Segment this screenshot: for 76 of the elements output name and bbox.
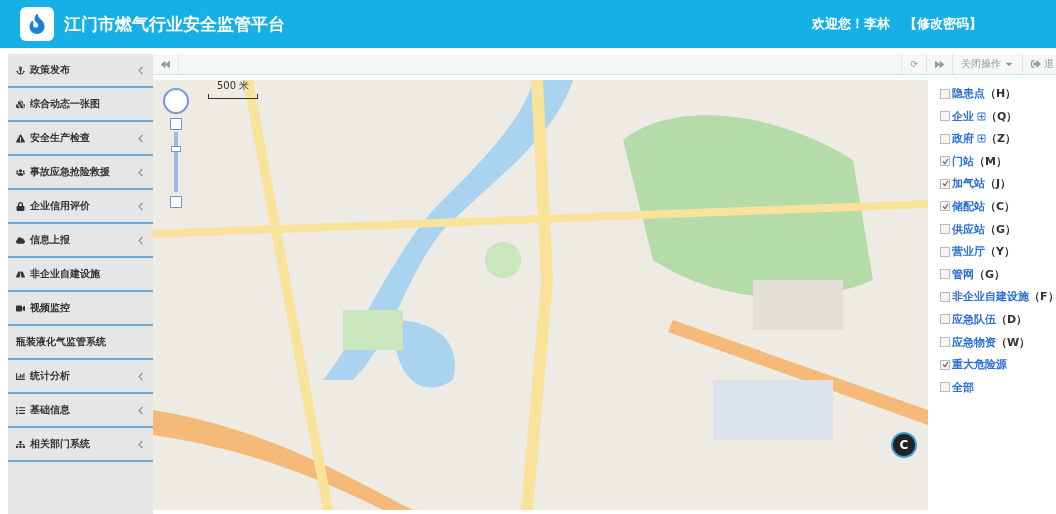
- checkbox[interactable]: [940, 269, 950, 280]
- chevron-icon: [136, 133, 145, 143]
- legend-label[interactable]: 全部: [952, 379, 974, 395]
- legend-key: （J）: [985, 176, 1012, 192]
- checkbox[interactable]: [940, 178, 950, 189]
- expand-icon[interactable]: [977, 134, 986, 144]
- legend-key: （F）: [1029, 289, 1056, 305]
- checkbox[interactable]: [940, 224, 950, 235]
- checkbox[interactable]: [940, 88, 950, 99]
- close-operations-button[interactable]: 关闭操作: [952, 54, 1022, 74]
- chevron-icon: [136, 235, 145, 245]
- chevron-icon: [136, 201, 145, 211]
- zoom-in-icon[interactable]: [170, 118, 182, 130]
- slider-thumb[interactable]: [171, 146, 181, 152]
- checkbox[interactable]: [940, 133, 950, 144]
- legend-key: （M）: [974, 153, 1007, 169]
- legend-key: （W）: [996, 334, 1031, 350]
- expand-icon[interactable]: [977, 111, 986, 121]
- legend-label[interactable]: 营业厅: [952, 244, 985, 260]
- lock-icon: [16, 201, 25, 211]
- sitemap-icon: [16, 439, 25, 449]
- people-icon: [16, 167, 25, 177]
- legend-label[interactable]: 应急队伍: [952, 311, 996, 327]
- checkbox[interactable]: [940, 382, 950, 393]
- checkbox[interactable]: [940, 111, 950, 122]
- fast-forward-icon: [935, 59, 944, 69]
- bar-chart-icon: [16, 371, 25, 381]
- legend-label[interactable]: 非企业自建设施: [952, 289, 1029, 305]
- checkbox[interactable]: [940, 337, 950, 348]
- legend-label[interactable]: 隐患点: [952, 86, 985, 101]
- checkbox[interactable]: [940, 314, 950, 325]
- road-icon: [16, 269, 25, 279]
- checkbox[interactable]: [940, 246, 950, 257]
- checkbox[interactable]: [940, 291, 950, 302]
- zoom-slider[interactable]: [171, 132, 181, 192]
- legend-key: （Y）: [985, 244, 1015, 260]
- warning-icon: [16, 133, 25, 143]
- flame-logo-icon: [20, 7, 54, 41]
- sign-out-icon: [1031, 59, 1041, 69]
- legend-key: （G）: [985, 221, 1017, 237]
- scale-bar: [208, 94, 258, 99]
- legend-label[interactable]: 门站: [952, 153, 974, 169]
- legend-key: （Q）: [986, 108, 1018, 124]
- rewind-icon: [161, 59, 170, 69]
- legend-label[interactable]: 应急物资: [952, 334, 996, 350]
- zoom-out-icon[interactable]: [170, 196, 182, 208]
- video-camera-icon: [16, 303, 25, 313]
- checkbox[interactable]: [940, 201, 950, 212]
- refresh-button[interactable]: ⟳: [901, 54, 926, 74]
- list-icon: [16, 405, 25, 415]
- checkbox[interactable]: [940, 359, 950, 370]
- chevron-icon: [136, 405, 145, 415]
- chevron-icon: [136, 167, 145, 177]
- anchor-icon: [16, 65, 25, 75]
- legend-label[interactable]: 重大危险源: [952, 357, 1007, 373]
- legend-label[interactable]: 企业: [952, 108, 974, 124]
- legend-label[interactable]: 加气站: [952, 176, 985, 192]
- cloud-icon: [16, 235, 25, 245]
- legend-key: （G）: [974, 266, 1006, 282]
- checkbox[interactable]: [940, 156, 950, 167]
- legend-key: （C）: [985, 198, 1016, 214]
- exit-button[interactable]: 退: [1022, 54, 1056, 74]
- chevron-icon: [136, 371, 145, 381]
- chevron-icon: [136, 65, 145, 75]
- chevron-icon: [136, 439, 145, 449]
- scale-label: 500 米: [217, 80, 250, 92]
- legend-key: （H）: [985, 86, 1017, 101]
- legend-key: （Z）: [986, 131, 1016, 147]
- legend-key: （D）: [996, 311, 1028, 327]
- legend-label[interactable]: 管网: [952, 266, 974, 282]
- legend-label[interactable]: 供应站: [952, 221, 985, 237]
- legend-label[interactable]: 政府: [952, 131, 974, 147]
- welcome-text: 欢迎您！李林: [812, 15, 890, 33]
- legend-label[interactable]: 储配站: [952, 198, 985, 214]
- app-title: 江门市燃气行业安全监管平台: [64, 12, 285, 36]
- cubes-icon: [16, 99, 25, 109]
